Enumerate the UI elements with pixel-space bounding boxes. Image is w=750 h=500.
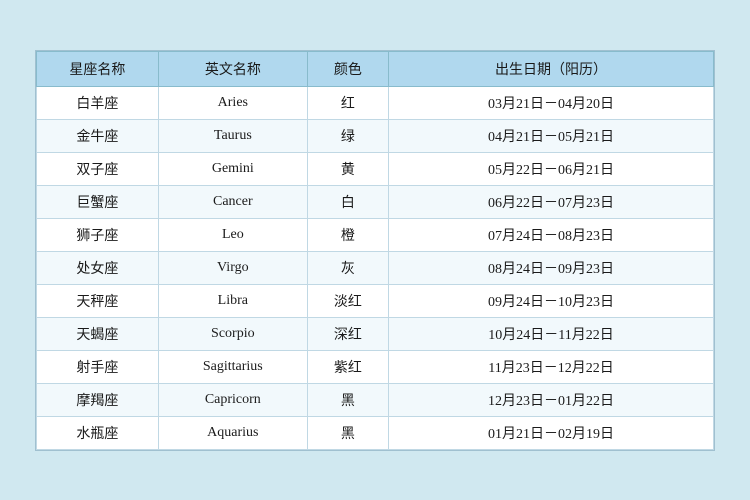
header-english: 英文名称 (158, 51, 307, 86)
cell-chinese: 白羊座 (37, 86, 159, 119)
cell-english: Cancer (158, 185, 307, 218)
cell-english: Gemini (158, 152, 307, 185)
cell-chinese: 双子座 (37, 152, 159, 185)
cell-chinese: 天蝎座 (37, 317, 159, 350)
header-color: 颜色 (307, 51, 388, 86)
cell-chinese: 射手座 (37, 350, 159, 383)
cell-date: 01月21日－02月19日 (389, 416, 714, 449)
header-date: 出生日期（阳历） (389, 51, 714, 86)
table-header-row: 星座名称 英文名称 颜色 出生日期（阳历） (37, 51, 714, 86)
cell-date: 09月24日－10月23日 (389, 284, 714, 317)
cell-chinese: 摩羯座 (37, 383, 159, 416)
table-row: 白羊座Aries红03月21日－04月20日 (37, 86, 714, 119)
cell-english: Aquarius (158, 416, 307, 449)
cell-date: 07月24日－08月23日 (389, 218, 714, 251)
cell-english: Libra (158, 284, 307, 317)
zodiac-table: 星座名称 英文名称 颜色 出生日期（阳历） 白羊座Aries红03月21日－04… (36, 51, 714, 450)
cell-chinese: 金牛座 (37, 119, 159, 152)
cell-english: Taurus (158, 119, 307, 152)
cell-english: Aries (158, 86, 307, 119)
table-row: 摩羯座Capricorn黑12月23日－01月22日 (37, 383, 714, 416)
cell-chinese: 处女座 (37, 251, 159, 284)
cell-color: 深红 (307, 317, 388, 350)
table-row: 射手座Sagittarius紫红11月23日－12月22日 (37, 350, 714, 383)
cell-date: 10月24日－11月22日 (389, 317, 714, 350)
table-row: 双子座Gemini黄05月22日－06月21日 (37, 152, 714, 185)
cell-color: 白 (307, 185, 388, 218)
cell-chinese: 天秤座 (37, 284, 159, 317)
cell-chinese: 狮子座 (37, 218, 159, 251)
cell-color: 黑 (307, 383, 388, 416)
cell-color: 淡红 (307, 284, 388, 317)
zodiac-table-container: 星座名称 英文名称 颜色 出生日期（阳历） 白羊座Aries红03月21日－04… (35, 50, 715, 451)
cell-chinese: 巨蟹座 (37, 185, 159, 218)
table-row: 巨蟹座Cancer白06月22日－07月23日 (37, 185, 714, 218)
table-row: 处女座Virgo灰08月24日－09月23日 (37, 251, 714, 284)
cell-english: Leo (158, 218, 307, 251)
cell-color: 绿 (307, 119, 388, 152)
cell-color: 黑 (307, 416, 388, 449)
cell-color: 红 (307, 86, 388, 119)
cell-date: 04月21日－05月21日 (389, 119, 714, 152)
cell-english: Scorpio (158, 317, 307, 350)
cell-date: 11月23日－12月22日 (389, 350, 714, 383)
cell-english: Virgo (158, 251, 307, 284)
table-row: 天蝎座Scorpio深红10月24日－11月22日 (37, 317, 714, 350)
cell-date: 12月23日－01月22日 (389, 383, 714, 416)
cell-chinese: 水瓶座 (37, 416, 159, 449)
table-row: 金牛座Taurus绿04月21日－05月21日 (37, 119, 714, 152)
cell-color: 紫红 (307, 350, 388, 383)
cell-english: Sagittarius (158, 350, 307, 383)
cell-english: Capricorn (158, 383, 307, 416)
table-row: 天秤座Libra淡红09月24日－10月23日 (37, 284, 714, 317)
header-chinese: 星座名称 (37, 51, 159, 86)
cell-color: 橙 (307, 218, 388, 251)
table-row: 狮子座Leo橙07月24日－08月23日 (37, 218, 714, 251)
cell-date: 03月21日－04月20日 (389, 86, 714, 119)
cell-date: 08月24日－09月23日 (389, 251, 714, 284)
cell-date: 06月22日－07月23日 (389, 185, 714, 218)
cell-color: 灰 (307, 251, 388, 284)
table-row: 水瓶座Aquarius黑01月21日－02月19日 (37, 416, 714, 449)
cell-date: 05月22日－06月21日 (389, 152, 714, 185)
cell-color: 黄 (307, 152, 388, 185)
